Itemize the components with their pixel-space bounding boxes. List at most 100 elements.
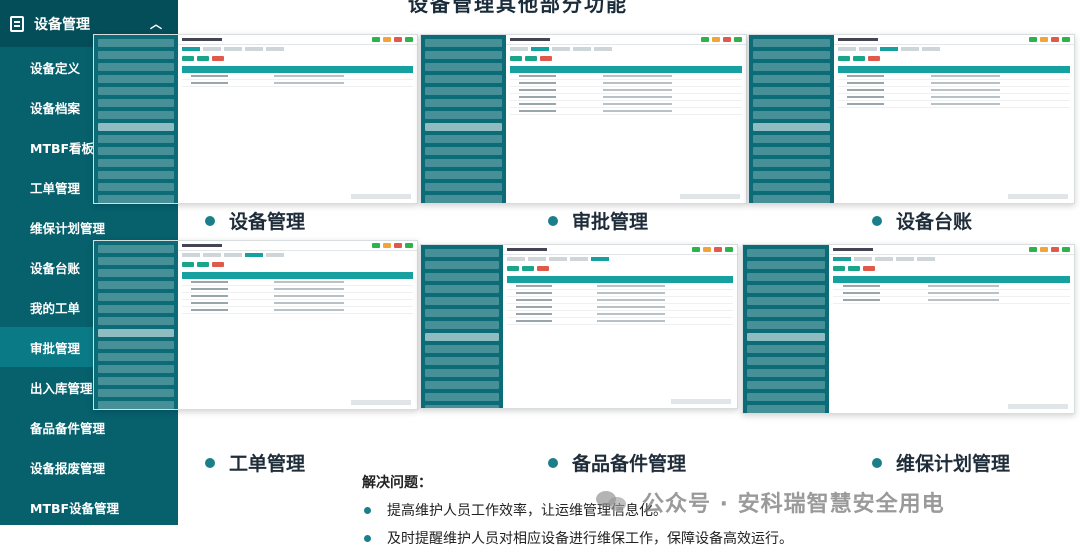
mockup-button <box>863 266 876 271</box>
mockup-tab <box>223 47 242 51</box>
mockup-sidebar-row <box>425 333 500 341</box>
sidebar-item-mtbf-device[interactable]: MTBF设备管理 <box>0 487 178 527</box>
mockup-sidebar-row <box>98 123 174 131</box>
mockup-tab <box>837 47 856 51</box>
bullet-dot <box>205 457 215 468</box>
screenshot-work-order <box>93 240 418 410</box>
mockup-tab <box>528 257 547 261</box>
mockup-button <box>196 262 209 267</box>
mockup-sidebar-row <box>425 261 500 269</box>
mockup-button <box>537 266 550 271</box>
mockup-tab <box>570 257 589 261</box>
mockup-button <box>867 56 880 61</box>
mockup-button <box>211 56 224 61</box>
mockup-sidebar-row <box>747 381 826 389</box>
mockup-sidebar-row <box>753 63 830 71</box>
mockup-sidebar-row <box>425 171 502 179</box>
mockup-table-row <box>837 80 1070 87</box>
mockup-tab <box>900 47 919 51</box>
mockup-sidebar-row <box>98 281 174 289</box>
mockup-table-row <box>507 304 733 311</box>
mockup-sidebar-row <box>98 389 174 397</box>
mockup-button <box>837 56 850 61</box>
mockup-table-row <box>181 286 413 293</box>
mockup-sidebar-row <box>425 75 502 83</box>
mockup-tabs <box>834 45 1075 53</box>
mockup-tab <box>921 47 940 51</box>
mockup-sidebar-row <box>98 329 174 337</box>
mockup-badge <box>383 243 391 248</box>
mockup-button <box>852 56 865 61</box>
mockup-table-row <box>509 101 742 108</box>
mockup-tabs <box>503 255 737 263</box>
mockup-table-row <box>509 87 742 94</box>
mockup-title <box>833 248 874 251</box>
mockup-badge <box>372 243 380 248</box>
mockup-toolbar <box>503 263 737 274</box>
mockup-table-row <box>507 318 733 325</box>
mockup-sidebar-row <box>747 309 826 317</box>
mockup-table-row <box>181 300 413 307</box>
mockup-badge <box>734 37 742 42</box>
mockup-pagination <box>680 194 740 199</box>
mockup-sidebar-row <box>753 183 830 191</box>
mockup-badge <box>1040 37 1048 42</box>
mockup-sidebar-row <box>747 369 826 377</box>
mockup-tab <box>549 257 568 261</box>
mockup-sidebar-row <box>98 257 174 265</box>
solve-title: 解决问题： <box>362 475 432 491</box>
mockup-toolbar <box>178 259 417 270</box>
mockup-tab <box>507 257 526 261</box>
mockup-sidebar-row <box>747 357 826 365</box>
mockup-toolbar <box>834 53 1075 64</box>
mockup-toolbar <box>506 53 747 64</box>
mockup-sidebar-row <box>425 249 500 257</box>
mockup-tab <box>917 257 936 261</box>
mockup-sidebar-row <box>753 75 830 83</box>
mockup-sidebar-row <box>753 99 830 107</box>
mockup-badge <box>1062 37 1070 42</box>
sidebar-item-scrap[interactable]: 设备报废管理 <box>0 447 178 487</box>
mockup-table-row <box>833 283 1070 290</box>
mockup-table-header <box>833 276 1070 283</box>
caption-label: 审批管理 <box>572 211 649 233</box>
mockup-table-row <box>837 94 1070 101</box>
mockup-badge <box>1051 37 1059 42</box>
mockup-tab <box>244 47 263 51</box>
mockup-sidebar-row <box>425 345 500 353</box>
mockup-sidebar-row <box>98 245 174 253</box>
mockup-sidebar-row <box>425 195 502 203</box>
mockup-button <box>539 56 552 61</box>
mockup-sidebar <box>94 35 178 203</box>
mockup-sidebar-row <box>98 317 174 325</box>
screenshot-spare-parts <box>420 244 738 409</box>
mockup-sidebar-row <box>98 39 174 47</box>
mockup-button <box>848 266 861 271</box>
mockup-topbar <box>177 241 417 251</box>
mockup-pagination <box>351 194 411 199</box>
mockup-sidebar-row <box>425 111 502 119</box>
solve-point-text: 及时提醒维护人员对相应设备进行维保工作，保障设备高效运行。 <box>387 531 793 547</box>
mockup-sidebar-row <box>425 297 500 305</box>
mockup-table-row <box>181 73 413 80</box>
mockup-sidebar-row <box>753 147 830 155</box>
mockup-badge <box>703 247 711 252</box>
mockup-badge <box>1029 37 1037 42</box>
mockup-sidebar-row <box>425 135 502 143</box>
mockup-sidebar-row <box>747 297 826 305</box>
mockup-sidebar-row <box>425 321 500 329</box>
mockup-badge <box>372 37 380 42</box>
sidebar-item-spare-parts[interactable]: 备品备件管理 <box>0 407 178 447</box>
chevron-up-icon[interactable]: ︿ <box>150 15 162 32</box>
bullet-dot <box>364 506 371 514</box>
mockup-tab <box>875 257 894 261</box>
mockup-body <box>829 245 1074 413</box>
page-title: 设备管理其他部分功能 <box>408 0 628 16</box>
mockup-toolbar <box>178 53 417 64</box>
caption-device-management: 设备管理 <box>205 207 305 234</box>
mockup-topbar <box>503 245 737 255</box>
mockup-tab <box>530 47 549 51</box>
mockup-sidebar-row <box>425 357 500 365</box>
mockup-tab <box>202 253 221 257</box>
mockup-sidebar-row <box>425 159 502 167</box>
